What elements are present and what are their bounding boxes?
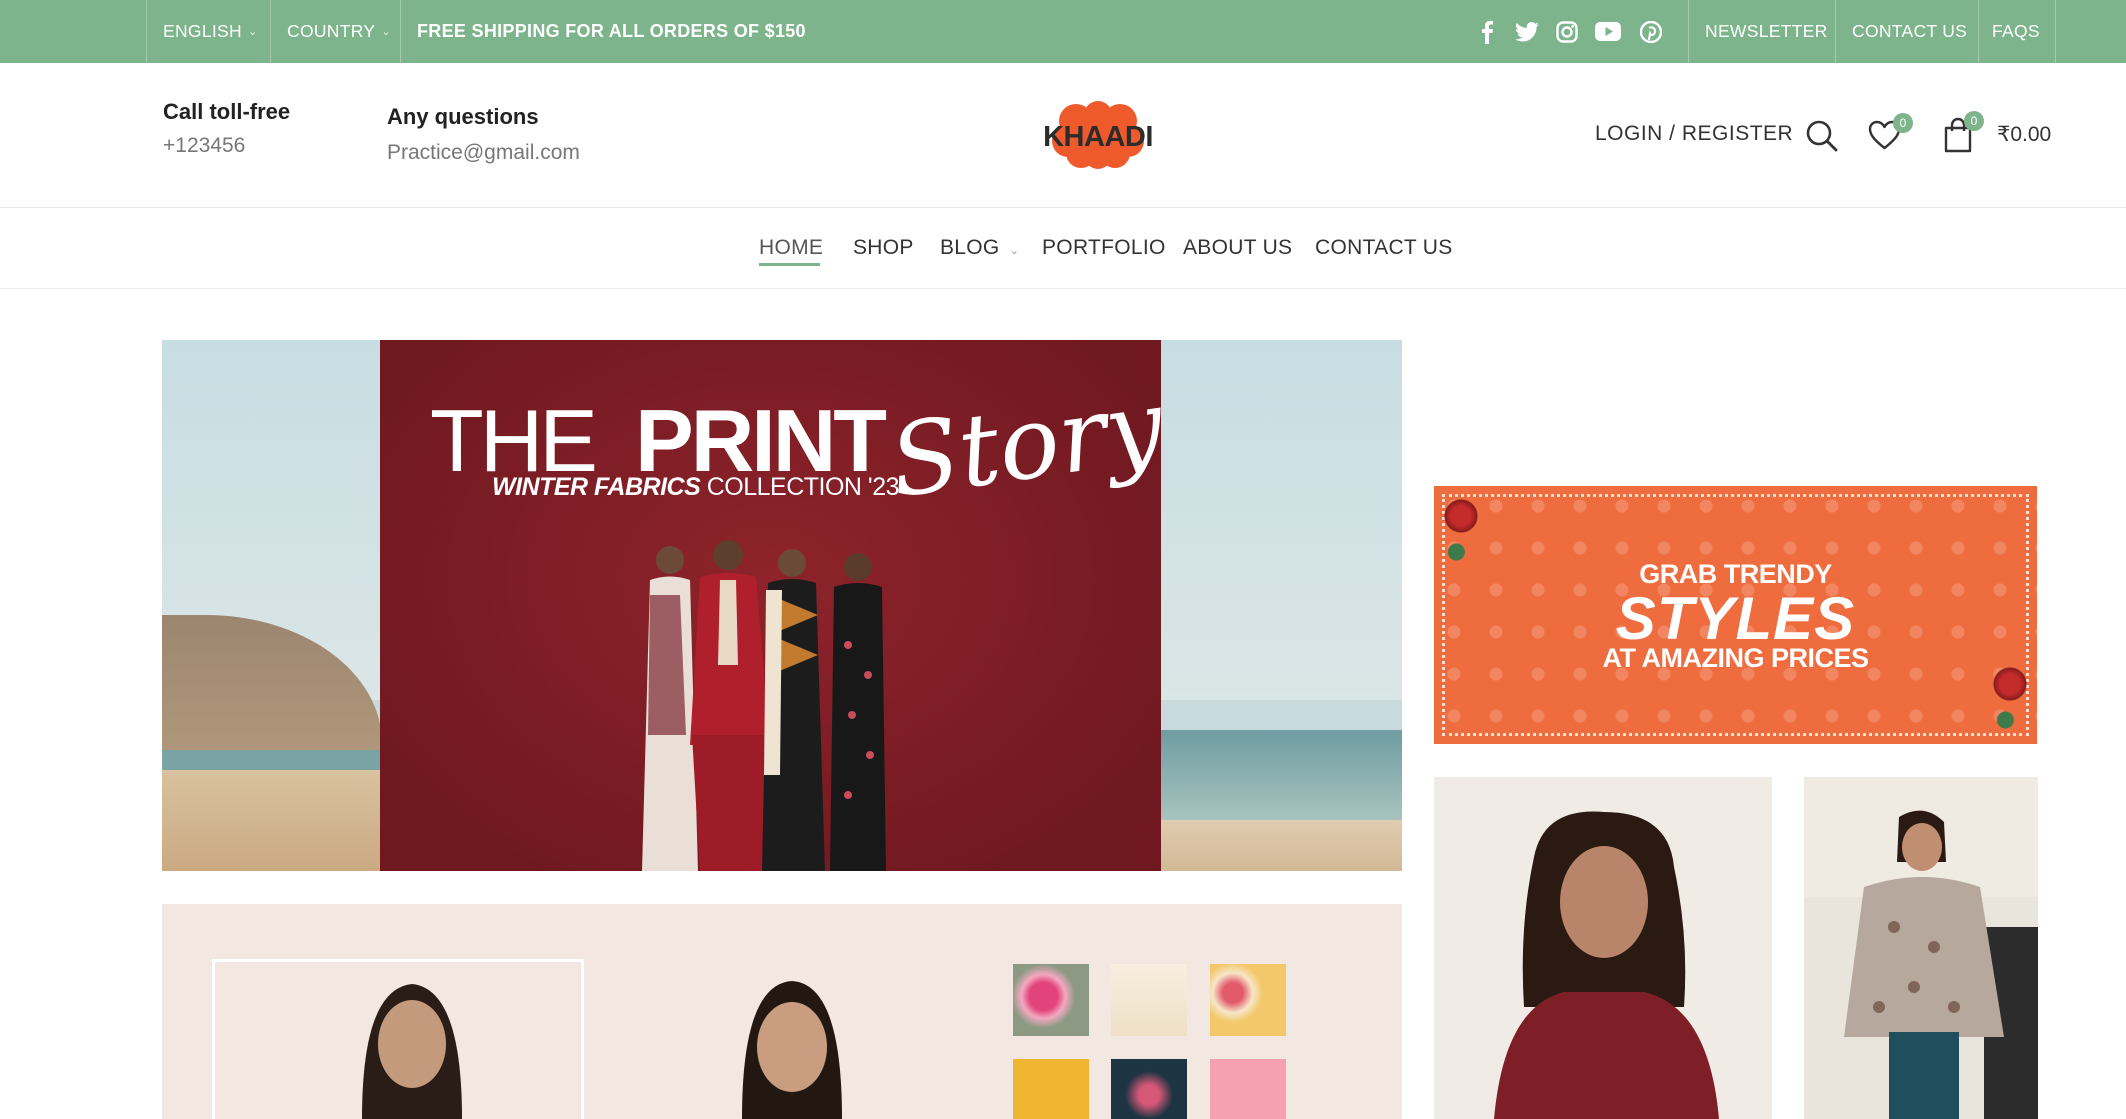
promo-line-3: AT AMAZING PRICES — [1602, 643, 1870, 673]
nav-shop[interactable]: SHOP — [853, 236, 914, 260]
country-selector[interactable]: COUNTRY ⌄ — [287, 0, 391, 63]
fabric-swatch[interactable] — [1210, 1059, 1286, 1119]
call-number[interactable]: +123456 — [163, 134, 245, 158]
newsletter-link[interactable]: NEWSLETTER — [1705, 0, 1828, 63]
nav-about-us[interactable]: ABOUT US — [1183, 236, 1292, 260]
product-image-kaftan[interactable] — [1804, 777, 2038, 1119]
twitter-icon[interactable] — [1515, 0, 1539, 63]
models-illustration — [642, 540, 886, 871]
model-portrait-1 — [362, 984, 462, 1119]
promo-banner[interactable]: GRAB TRENDY STYLES AT AMAZING PRICES — [1434, 486, 2037, 744]
login-register-link[interactable]: LOGIN / REGISTER — [1595, 122, 1793, 146]
contact-email[interactable]: Practice@gmail.com — [387, 141, 580, 165]
language-label: ENGLISH — [163, 21, 242, 41]
model-portrait-2 — [742, 981, 842, 1119]
youtube-icon[interactable] — [1595, 0, 1621, 63]
facebook-icon[interactable] — [1480, 0, 1494, 63]
fabric-swatch[interactable] — [1013, 964, 1089, 1036]
wishlist-count-badge: 0 — [1893, 113, 1913, 133]
product-image-sweater[interactable] — [1434, 777, 1772, 1119]
logo-text: KHAADI — [1043, 121, 1153, 153]
secondary-banner[interactable] — [162, 904, 1402, 1119]
pinterest-icon[interactable] — [1640, 0, 1662, 63]
shipping-promo: FREE SHIPPING FOR ALL ORDERS OF $150 — [417, 21, 806, 41]
site-header: Call toll-free +123456 Any questions Pra… — [0, 63, 2126, 208]
faqs-link[interactable]: FAQS — [1992, 0, 2040, 63]
search-icon[interactable] — [1805, 119, 1839, 158]
call-title: Call toll-free — [163, 99, 291, 124]
fabric-swatch[interactable] — [1111, 1059, 1187, 1119]
hero-subtitle: WINTER FABRICS COLLECTION '23 — [492, 473, 900, 502]
nav-active-indicator — [759, 263, 820, 266]
fabric-swatch[interactable] — [1210, 964, 1286, 1036]
top-bar: ENGLISH ⌄ COUNTRY ⌄ FREE SHIPPING FOR AL… — [0, 0, 2126, 63]
main-navigation: HOME SHOP BLOG ⌄ PORTFOLIO ABOUT US CONT… — [0, 209, 2126, 289]
fabric-swatch[interactable] — [1111, 964, 1187, 1036]
language-selector[interactable]: ENGLISH ⌄ — [163, 0, 257, 63]
nav-blog[interactable]: BLOG ⌄ — [940, 236, 1019, 260]
instagram-icon[interactable] — [1556, 0, 1578, 63]
fabric-swatch[interactable] — [1013, 1059, 1089, 1119]
country-label: COUNTRY — [287, 21, 376, 41]
hero-title-story: Story — [883, 366, 1171, 521]
hero-panel: THE PRINT Story WINTER FABRICS COLLECTIO… — [380, 340, 1170, 871]
chevron-down-icon: ⌄ — [247, 26, 258, 38]
site-logo[interactable]: KHAADI — [1043, 101, 1153, 169]
questions-title: Any questions — [387, 104, 539, 129]
cart-total[interactable]: ₹0.00 — [1997, 122, 2051, 147]
nav-blog-label: BLOG — [940, 236, 1000, 259]
hero-subtitle-bold: WINTER FABRICS — [492, 473, 701, 501]
hero-subtitle-rest: COLLECTION '23 — [706, 473, 900, 501]
cart-count-badge: 0 — [1964, 111, 1984, 131]
contact-us-top-link[interactable]: CONTACT US — [1852, 0, 1967, 63]
nav-home[interactable]: HOME — [759, 236, 823, 260]
hero-banner[interactable]: THE PRINT Story WINTER FABRICS COLLECTIO… — [162, 340, 1402, 871]
nav-portfolio[interactable]: PORTFOLIO — [1042, 236, 1166, 260]
nav-contact-us[interactable]: CONTACT US — [1315, 236, 1453, 260]
chevron-down-icon: ⌄ — [381, 26, 391, 38]
chevron-down-icon: ⌄ — [1009, 245, 1020, 257]
